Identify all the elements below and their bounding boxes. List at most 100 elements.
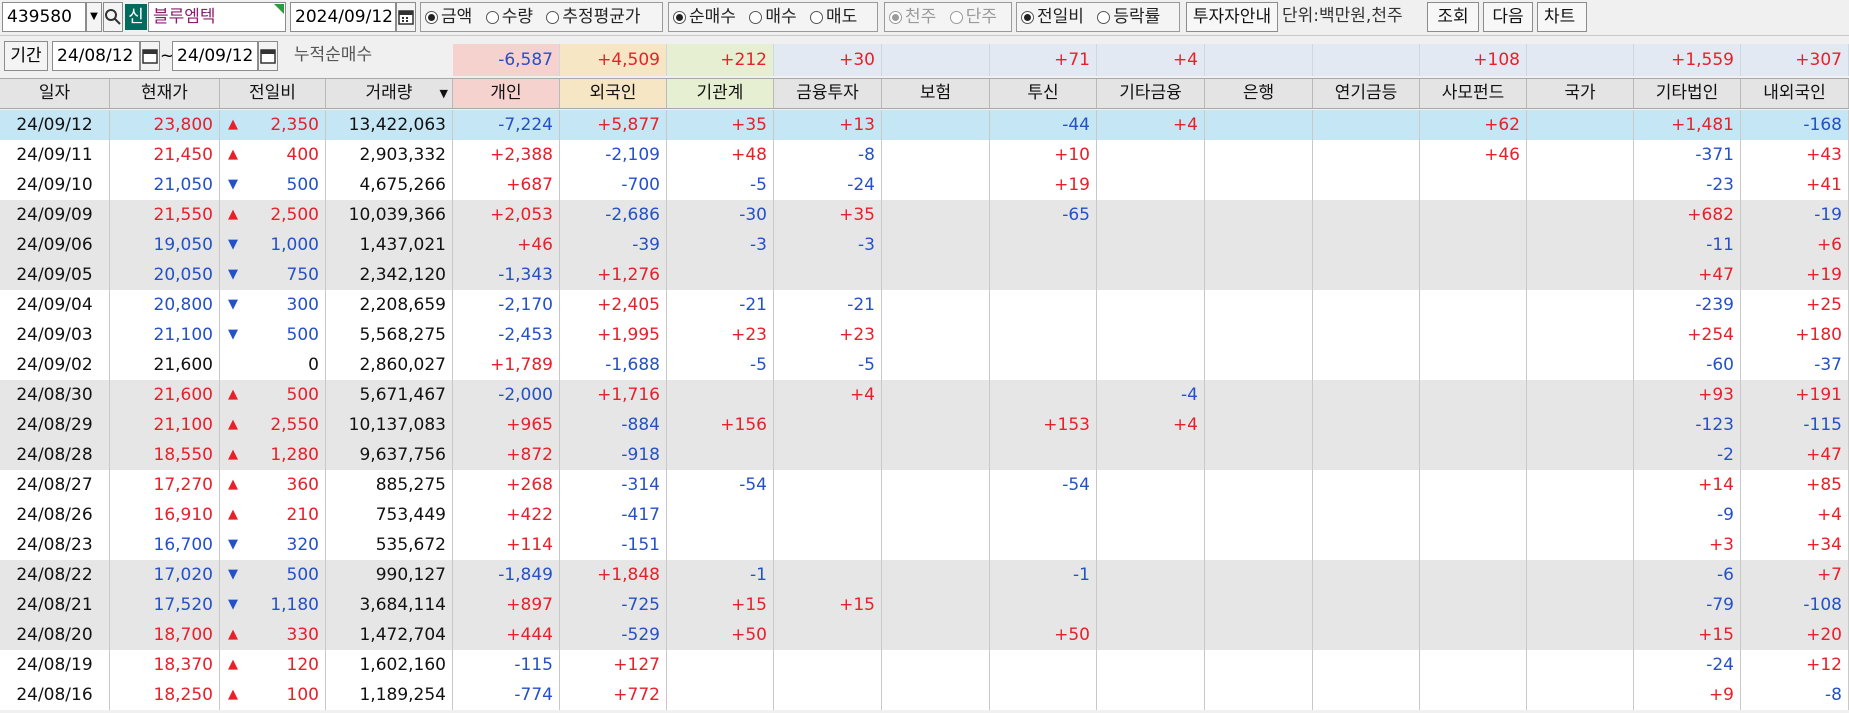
radio-quantity[interactable]: 수량 [485,3,533,31]
column-header-기타금융[interactable]: 기타금융 [1097,79,1205,108]
column-header-기타법인[interactable]: 기타법인 [1634,79,1741,108]
stock-code-dropdown-button[interactable]: ▼ [86,2,102,32]
column-header-기관계[interactable]: 기관계 [667,79,774,108]
table-row[interactable]: 24/09/02 21,600 0 2,860,027 +1,789 -1,688 -5 -5… [0,350,1849,380]
cell-기타금융 [1097,200,1205,230]
cell-기타금융 [1097,230,1205,260]
cell-외국인: +2,405 [560,290,667,320]
column-header-일자[interactable]: 일자 [0,79,110,108]
share-unit-radio-group: 천주 단주 [884,2,1012,32]
column-header-내외국인[interactable]: 내외국인 [1741,79,1849,108]
cell-기타금융 [1097,470,1205,500]
cell-기타법인: -24 [1634,650,1741,680]
toolbar: 439580 ▼ 신 블루엠텍 2024/09/12 금액 수량 추정평균가 순… [0,0,1849,36]
table-row[interactable]: 24/08/19 18,370 ▲ 120 1,602,160 -115 +127 -24 +1… [0,650,1849,680]
cell-기타법인: +1,481 [1634,110,1741,140]
column-header-연기금등[interactable]: 연기금등 [1313,79,1420,108]
radio-change-rate[interactable]: 등락률 [1097,3,1160,31]
table-row[interactable]: 24/09/11 21,450 ▲ 400 2,903,332 +2,388 -2,109 +… [0,140,1849,170]
cell-은행 [1205,260,1313,290]
table-row[interactable]: 24/09/12 23,800 ▲ 2,350 13,422,063 -7,224 +5,8… [0,110,1849,140]
cell-보험 [882,260,990,290]
table-row[interactable]: 24/08/28 18,550 ▲ 1,280 9,637,756 +872 -918 -2 +… [0,440,1849,470]
cell-내외국인: +19 [1741,260,1849,290]
cell-금융투자: +23 [774,320,882,350]
table-row[interactable]: 24/09/06 19,050 ▼ 1,000 1,437,021 +46 -39 -3 -3-… [0,230,1849,260]
cell-투신 [990,650,1097,680]
chevron-down-icon: ▼ [90,11,98,22]
radio-thousand-shares[interactable]: 천주 [889,3,936,31]
column-header-외국인[interactable]: 외국인 [560,79,667,108]
cell-국가 [1527,530,1634,560]
table-row[interactable]: 24/08/23 16,700 ▼ 320 535,672 +114 -151 +3 +34 [0,530,1849,560]
cell-은행 [1205,410,1313,440]
cell-기관계 [667,440,774,470]
cell-내외국인: +47 [1741,440,1849,470]
cell-사모펀드 [1420,530,1527,560]
period-end-input[interactable]: 24/09/12 [172,41,258,71]
cell-개인: -774 [453,680,560,710]
column-header-현재가[interactable]: 현재가 [110,79,220,108]
sort-dropdown-icon[interactable]: ▼ [440,79,448,108]
column-header-투신[interactable]: 투신 [990,79,1097,108]
table-row[interactable]: 24/09/09 21,550 ▲ 2,500 10,039,366 +2,053 -2,6… [0,200,1849,230]
next-button[interactable]: 다음 [1483,2,1533,32]
cell-국가 [1527,650,1634,680]
stock-name-field[interactable]: 블루엠텍 [148,2,286,32]
radio-single-shares[interactable]: 단주 [949,3,997,31]
column-header-금융투자[interactable]: 금융투자 [774,79,882,108]
date-input[interactable]: 2024/09/12 [290,2,396,32]
table-row[interactable]: 24/08/22 17,020 ▼ 500 990,127 -1,849 +1,848 -1-… [0,560,1849,590]
table-row[interactable]: 24/08/20 18,700 ▲ 330 1,472,704 +444 -529 +50 +5… [0,620,1849,650]
radio-dot-icon [810,10,824,24]
investor-guide-button[interactable]: 투자자안내 [1186,2,1278,32]
period-start-calendar-button[interactable] [140,41,160,71]
cell-외국인: -314 [560,470,667,500]
cell-외국인: +5,877 [560,110,667,140]
table-row[interactable]: 24/08/29 21,100 ▲ 2,550 10,137,083 +965 -884 +1… [0,410,1849,440]
stock-search-button[interactable] [103,2,123,32]
cell-기타금융: +4 [1097,110,1205,140]
table-row[interactable]: 24/09/03 21,100 ▼ 500 5,568,275 -2,453 +1,995 +… [0,320,1849,350]
table-row[interactable]: 24/08/30 21,600 ▲ 500 5,671,467 -2,000 +1,716 +… [0,380,1849,410]
radio-amount[interactable]: 금액 [425,3,472,31]
radio-buy[interactable]: 매수 [749,3,797,31]
table-row[interactable]: 24/09/10 21,050 ▼ 500 4,675,266 +687 -700 -5 -24… [0,170,1849,200]
cell-국가 [1527,590,1634,620]
column-header-은행[interactable]: 은행 [1205,79,1313,108]
column-header-전일비[interactable]: 전일비 [220,79,326,108]
cell-기타금융 [1097,320,1205,350]
cell-금융투자 [774,440,882,470]
chart-button[interactable]: 차트 [1537,2,1587,32]
query-button[interactable]: 조회 [1427,2,1479,32]
cell-volume: 753,449 [326,500,453,530]
column-header-국가[interactable]: 국가 [1527,79,1634,108]
date-calendar-button[interactable] [396,2,416,32]
period-end-calendar-button[interactable] [258,41,278,71]
column-header-보험[interactable]: 보험 [882,79,990,108]
up-triangle-icon: ▲ [228,117,238,132]
radio-estimated-avg[interactable]: 추정평균가 [546,3,641,31]
column-header-거래량[interactable]: 거래량 ▼ [326,79,453,108]
cell-기타금융 [1097,290,1205,320]
cell-price: 21,550 [110,200,220,230]
column-header-개인[interactable]: 개인 [453,79,560,108]
table-row[interactable]: 24/09/04 20,800 ▼ 300 2,208,659 -2,170 +2,405-… [0,290,1849,320]
stock-code-input[interactable]: 439580 [2,2,86,32]
table-row[interactable]: 24/08/21 17,520 ▼ 1,180 3,684,114 +897 -725 +15… [0,590,1849,620]
cell-개인: -7,224 [453,110,560,140]
radio-prev-day[interactable]: 전일비 [1021,3,1084,31]
column-header-사모펀드[interactable]: 사모펀드 [1420,79,1527,108]
cell-date: 24/09/04 [0,290,110,320]
cell-외국인: +1,716 [560,380,667,410]
cell-기타금융: -4 [1097,380,1205,410]
table-row[interactable]: 24/08/16 18,250 ▲ 100 1,189,254 -774 +772 +9 -8 [0,680,1849,710]
radio-sell[interactable]: 매도 [810,3,857,31]
cell-change: ▲ 360 [220,470,326,500]
table-row[interactable]: 24/08/26 16,910 ▲ 210 753,449 +422 -417 -9 +4 [0,500,1849,530]
table-row[interactable]: 24/09/05 20,050 ▼ 750 2,342,120 -1,343 +1,276 +… [0,260,1849,290]
table-row[interactable]: 24/08/27 17,270 ▲ 360 885,275 +268 -314 -54 -54 +… [0,470,1849,500]
cell-연기금등 [1313,470,1420,500]
period-start-input[interactable]: 24/08/12 [52,41,140,71]
radio-net-buy[interactable]: 순매수 [673,3,736,31]
